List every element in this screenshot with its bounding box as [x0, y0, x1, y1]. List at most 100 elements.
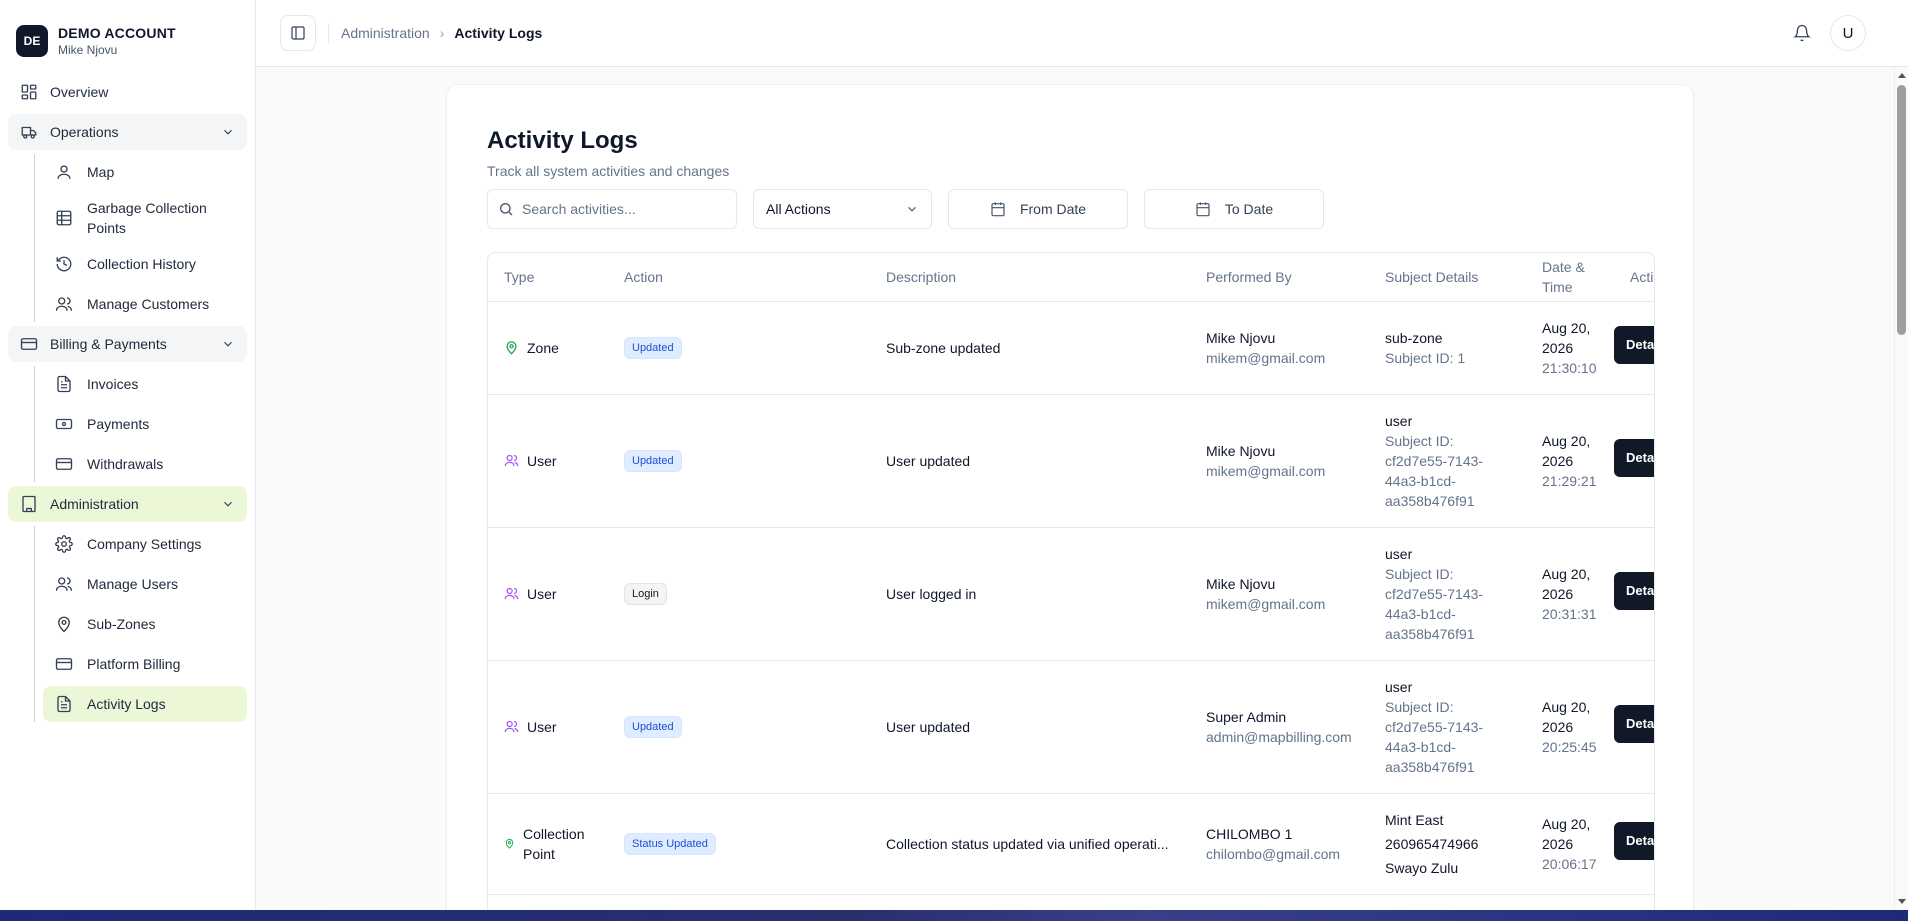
date-line: 2026 — [1542, 339, 1574, 356]
sidebar-item-label: Invoices — [87, 376, 139, 392]
subject-line: aa358b476f91 — [1385, 758, 1475, 775]
history-icon — [56, 256, 72, 272]
details-button[interactable]: Details — [1614, 326, 1654, 364]
details-button[interactable]: Details — [1614, 439, 1654, 477]
action-badge: Updated — [624, 450, 682, 472]
sidebar-item-overview[interactable]: Overview — [8, 74, 247, 110]
column-header-description[interactable]: Description — [870, 253, 1190, 302]
sidebar-item-sub-zones[interactable]: Sub-Zones — [43, 606, 247, 642]
sidebar-section-operations[interactable]: Operations — [8, 114, 247, 150]
sidebar-item-label: Map — [87, 164, 115, 180]
action-badge: Updated — [624, 337, 682, 359]
sidebar-item-map[interactable]: Map — [43, 154, 247, 190]
chevron-down-icon — [224, 501, 232, 507]
sidebar-item-manage-customers[interactable]: Manage Customers — [43, 286, 247, 322]
page-title: Activity Logs — [487, 127, 638, 154]
activity-table: Type Action Description Performed By Sub… — [488, 253, 1654, 895]
sidebar-item-garbage-collection-points[interactable]: Garbage Collection Points — [43, 194, 247, 242]
column-header-type[interactable]: Type — [488, 253, 608, 302]
sidebar-section-administration[interactable]: Administration — [8, 486, 247, 522]
sidebar-item-invoices[interactable]: Invoices — [43, 366, 247, 402]
sidebar-item-withdrawals[interactable]: Withdrawals — [43, 446, 247, 482]
time-line: 20:06:17 — [1542, 855, 1597, 872]
time-line: 21:29:21 — [1542, 472, 1597, 489]
performer-email: chilombo@gmail.com — [1206, 845, 1341, 862]
description-cell: Sub-zone updated — [870, 301, 1190, 395]
actions-select[interactable]: All Actions — [753, 189, 932, 229]
sidebar-nav: Overview Operations Map Garbage Collecti… — [0, 66, 255, 722]
sidebar-section-billing[interactable]: Billing & Payments — [8, 326, 247, 362]
performer-email: mikem@gmail.com — [1206, 595, 1326, 612]
search-input[interactable] — [522, 201, 722, 217]
date-line: Aug 20, — [1542, 432, 1591, 449]
banknote-icon — [55, 418, 73, 430]
sidebar-item-label: Overview — [50, 84, 109, 100]
sidebar-item-company-settings[interactable]: Company Settings — [43, 526, 247, 562]
subject-line: cf2d7e55-7143- — [1385, 452, 1484, 469]
scroll-up-arrow-icon[interactable] — [1898, 73, 1906, 78]
users-icon — [55, 297, 73, 311]
sidebar-item-label: Garbage Collection Points — [87, 200, 207, 236]
from-date-button[interactable]: From Date — [948, 189, 1128, 229]
column-header-action[interactable]: Action — [608, 253, 870, 302]
type-cell: User — [504, 451, 592, 471]
column-header-date-time[interactable]: Date & Time — [1526, 253, 1614, 302]
search-icon — [500, 203, 513, 216]
users-icon — [504, 587, 519, 600]
table-row: User Updated User updated Super Admin adm… — [488, 660, 1654, 794]
sidebar-item-manage-users[interactable]: Manage Users — [43, 566, 247, 602]
details-button[interactable]: Details — [1614, 572, 1654, 610]
details-button[interactable]: Details — [1614, 705, 1654, 743]
sidebar-item-payments[interactable]: Payments — [43, 406, 247, 442]
users-icon — [504, 454, 519, 467]
account-switcher[interactable]: DE DEMO ACCOUNT Mike Njovu — [0, 0, 255, 66]
column-header-subject-details[interactable]: Subject Details — [1369, 253, 1526, 302]
sidebar-item-label: Sub-Zones — [87, 616, 156, 632]
subject-title: Mint East — [1385, 811, 1444, 828]
date-line: 2026 — [1542, 452, 1574, 469]
notifications-button[interactable] — [1784, 15, 1820, 51]
filters-bar: All Actions From Date To Date — [487, 189, 1340, 229]
user-avatar-button[interactable]: U — [1830, 15, 1866, 51]
type-line: Collection — [523, 825, 585, 842]
sidebar-item-label: Manage Customers — [87, 296, 210, 312]
scrollbar-thumb[interactable] — [1897, 85, 1906, 335]
header-line: Time — [1542, 278, 1573, 295]
description-cell: User updated — [870, 660, 1190, 794]
subject-line: 44a3-b1cd- — [1385, 472, 1456, 489]
users-icon — [504, 720, 519, 733]
type-label: Zone — [527, 339, 559, 356]
sidebar-item-label: Billing & Payments — [50, 336, 167, 352]
subject-line: aa358b476f91 — [1385, 625, 1475, 642]
vertical-scrollbar[interactable] — [1894, 67, 1908, 910]
sidebar-item-activity-logs[interactable]: Activity Logs — [43, 686, 247, 722]
performer-name: CHILOMBO 1 — [1206, 825, 1293, 842]
subject-title: user — [1385, 678, 1413, 695]
main-content: Administration › Activity Logs U Activit… — [256, 0, 1908, 921]
calendar-icon — [1196, 202, 1210, 217]
credit-card-icon — [55, 658, 73, 670]
time-line: 21:30:10 — [1542, 359, 1597, 376]
column-header-performed-by[interactable]: Performed By — [1190, 253, 1369, 302]
details-button[interactable]: Details — [1614, 822, 1654, 860]
type-cell: User — [504, 717, 592, 737]
gear-icon — [55, 535, 73, 553]
sidebar-item-collection-history[interactable]: Collection History — [43, 246, 247, 282]
column-header-actions: Actions — [1614, 253, 1654, 302]
from-date-label: From Date — [1019, 201, 1087, 217]
scroll-down-arrow-icon[interactable] — [1898, 899, 1906, 904]
chevron-down-icon — [908, 206, 916, 212]
subject-line: Subject ID: 1 — [1385, 349, 1466, 366]
subject-line: Subject ID: — [1385, 698, 1454, 715]
sidebar-item-label: Company Settings — [87, 536, 202, 552]
billing-subnav: Invoices Payments Withdrawals — [34, 366, 247, 482]
sidebar: DE DEMO ACCOUNT Mike Njovu Overview Oper… — [0, 0, 256, 910]
subject-title: sub-zone — [1385, 329, 1443, 346]
performer-email: mikem@gmail.com — [1206, 349, 1326, 366]
sidebar-toggle-button[interactable] — [280, 15, 316, 51]
breadcrumb-administration[interactable]: Administration — [341, 25, 430, 41]
time-line: 20:25:45 — [1542, 738, 1597, 755]
sidebar-item-platform-billing[interactable]: Platform Billing — [43, 646, 247, 682]
account-name: DEMO ACCOUNT — [58, 25, 176, 41]
to-date-button[interactable]: To Date — [1144, 189, 1324, 229]
